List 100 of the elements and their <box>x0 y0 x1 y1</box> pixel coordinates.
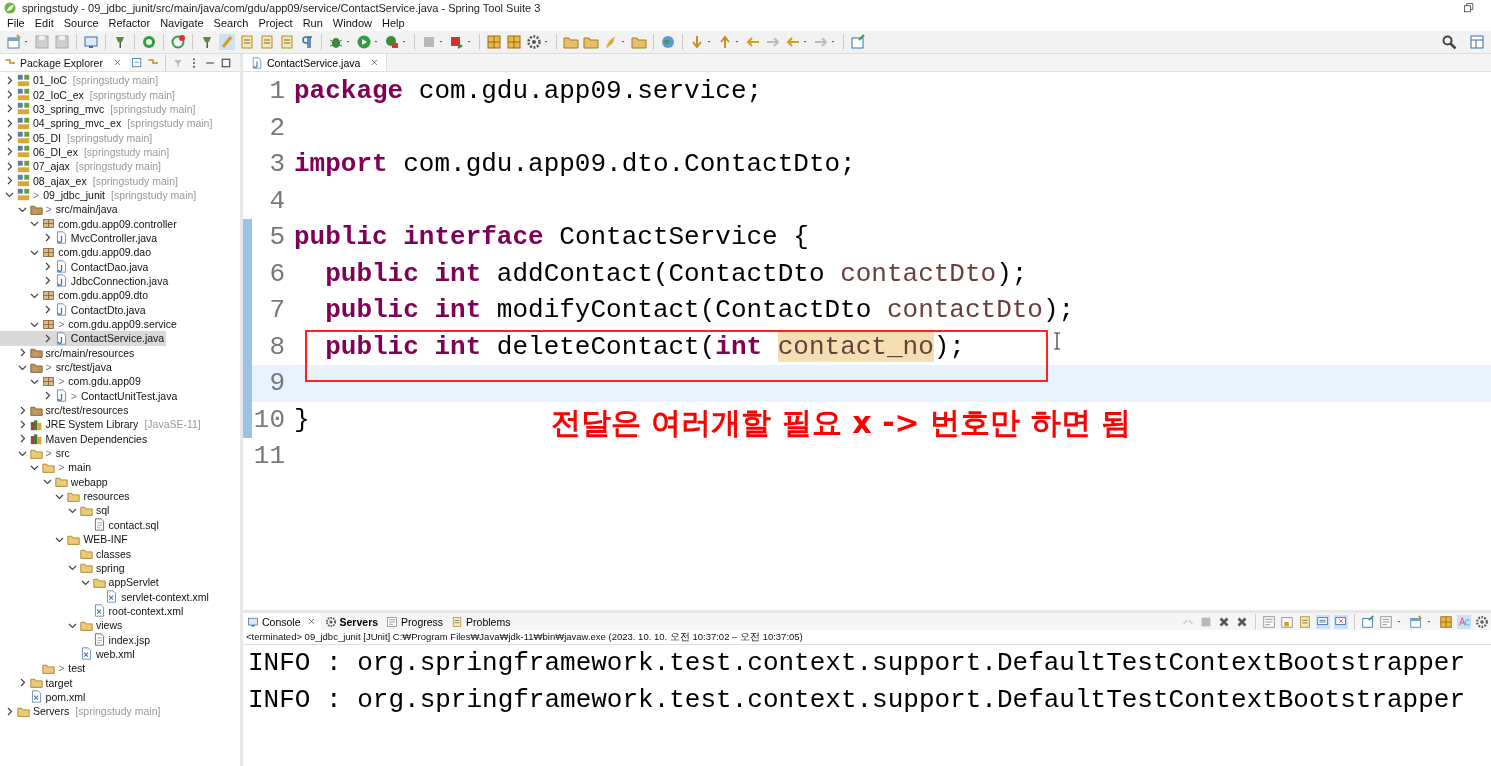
view-tab[interactable]: Console <box>243 613 321 630</box>
change-marker: > <box>33 188 40 201</box>
tree-row[interactable]: > src/test/java <box>0 359 114 375</box>
tree-row[interactable]: index.jsp <box>0 632 153 647</box>
menu-item[interactable]: Refactor <box>103 17 156 29</box>
tree-row[interactable]: pom.xml <box>0 689 88 705</box>
tree-row[interactable]: target <box>0 675 75 690</box>
tree-row[interactable]: ContactService.java <box>0 331 167 346</box>
code-line: public int deleteContact(int contact_no); <box>324 331 965 362</box>
tree-decoration: [springstudy main] <box>72 74 159 87</box>
tree-row[interactable]: views <box>0 618 125 633</box>
tree-label: index.jsp <box>108 633 152 646</box>
tree-label: test <box>68 662 87 675</box>
console-line: INFO : org.springframework.test.context.support.DefaultTestContextBootstrapper <box>248 647 1466 680</box>
tree-label: src/main/java <box>55 203 119 216</box>
line-number: 5 <box>268 222 286 253</box>
tree-decoration: [springstudy main] <box>111 188 197 201</box>
tree-row[interactable]: > com.gdu.app09.service <box>0 316 179 332</box>
menu-item[interactable]: Project <box>253 17 298 29</box>
menu-item[interactable]: Edit <box>29 17 59 29</box>
tree-row[interactable]: com.gdu.app09.controller <box>0 216 179 231</box>
tree-row[interactable]: > src <box>0 445 72 461</box>
tree-row[interactable]: 02_IoC_ex [springstudy main] <box>0 87 175 102</box>
change-marker: > <box>58 375 65 388</box>
menu-item[interactable]: Run <box>297 17 328 29</box>
tree-row[interactable]: 06_DI_ex [springstudy main] <box>0 144 170 160</box>
change-marker: > <box>70 389 77 402</box>
tree-label: 08_ajax_ex <box>33 174 88 187</box>
tree-row[interactable]: 03_spring_mvc [springstudy main] <box>0 101 196 117</box>
line-number: 3 <box>268 149 286 180</box>
tree-row[interactable]: JRE System Library [JavaSE-11] <box>0 417 201 432</box>
tree-label: ContactService.java <box>70 332 166 345</box>
tree-label: servlet-context.xml <box>121 590 210 603</box>
tree-row[interactable]: JdbcConnection.java <box>0 273 171 289</box>
tree-label: 03_spring_mvc <box>33 102 106 115</box>
tree-row[interactable]: > test <box>0 661 88 676</box>
tree-row[interactable]: appServlet <box>0 575 161 590</box>
tree-label: sql <box>96 504 111 517</box>
line-number: 6 <box>268 258 286 289</box>
tree-row[interactable]: > com.gdu.app09 <box>0 374 143 389</box>
tree-row[interactable]: com.gdu.app09.dao <box>0 245 153 260</box>
tree-row[interactable]: > main <box>0 460 94 475</box>
code-line: public int modifyContact(ContactDto contactDto); <box>324 295 1075 326</box>
tree-row[interactable]: > src/main/java <box>0 202 120 217</box>
tree-row[interactable]: src/main/resources <box>0 345 137 360</box>
tree-row[interactable]: 07_ajax [springstudy main] <box>0 159 161 174</box>
tree-label: Servers <box>33 705 71 718</box>
tree-row[interactable]: servlet-context.xml <box>0 589 211 604</box>
tree-row[interactable]: MvcController.java <box>0 230 160 246</box>
line-number: 1 <box>268 76 286 107</box>
menu-item[interactable]: Source <box>58 17 104 29</box>
menu-item[interactable]: File <box>2 17 30 29</box>
tree-row[interactable]: ContactDao.java <box>0 259 151 274</box>
change-marker: > <box>45 203 52 216</box>
panel-tab[interactable]: Package Explorer <box>0 54 129 71</box>
menu-item[interactable]: Search <box>208 17 254 29</box>
tree-label: com.gdu.app09.dto <box>58 289 150 302</box>
view-tab[interactable]: Problems <box>447 613 515 630</box>
tree-row[interactable]: > 09_jdbc_junit [springstudy main] <box>0 187 197 203</box>
menu-item[interactable]: Navigate <box>155 17 209 29</box>
console-line: INFO : org.springframework.test.context.support.DefaultTestContextBootstrapper <box>248 684 1466 717</box>
menu-item[interactable]: Help <box>377 17 410 29</box>
menu-item[interactable]: Window <box>327 17 377 29</box>
tree-decoration: [springstudy main] <box>83 145 170 158</box>
tree-row[interactable]: classes <box>0 546 133 561</box>
tree-label: 01_IoC <box>33 74 68 87</box>
tree-row[interactable]: sql <box>0 503 112 518</box>
line-number: 8 <box>268 331 286 362</box>
line-number: 10 <box>252 404 286 435</box>
editor-tab[interactable]: ContactService.java <box>243 54 388 71</box>
code-line: } <box>294 404 310 435</box>
tree-row[interactable]: WEB-INF <box>0 532 130 547</box>
tree-row[interactable]: ContactDto.java <box>0 302 148 317</box>
tree-row[interactable]: contact.sql <box>0 517 161 532</box>
tree-label: resources <box>83 490 131 503</box>
tree-row[interactable]: 01_IoC [springstudy main] <box>0 73 159 88</box>
tree-row[interactable]: 04_spring_mvc_ex [springstudy main] <box>0 116 213 131</box>
view-tab[interactable]: Servers <box>320 613 383 630</box>
tree-row[interactable]: root-context.xml <box>0 603 186 619</box>
view-tab[interactable]: Progress <box>382 613 448 630</box>
tree-label: 05_DI <box>33 131 63 144</box>
tree-row[interactable]: 08_ajax_ex [springstudy main] <box>0 173 178 188</box>
tree-row[interactable]: src/test/resources <box>0 402 131 418</box>
line-number: 2 <box>268 112 286 143</box>
tree-row[interactable]: spring <box>0 560 127 576</box>
tree-row[interactable]: Servers [springstudy main] <box>0 704 161 719</box>
tree-row[interactable]: web.xml <box>0 646 137 662</box>
tree-row[interactable]: > ContactUnitTest.java <box>0 388 180 403</box>
tree-row[interactable]: webapp <box>0 474 110 489</box>
tree-label: pom.xml <box>45 690 87 703</box>
window-title: springstudy - 09_jdbc_junit/src/main/java/com/gdu/app09/service/ContactService.java - Spring Tool Suite 3 <box>22 1 542 14</box>
code-line: public int addContact(ContactDto contactDto); <box>324 258 1028 289</box>
tree-row[interactable]: Maven Dependencies <box>0 431 150 446</box>
tree-decoration: [springstudy main] <box>89 88 175 101</box>
tree-label: views <box>96 619 124 632</box>
tree-row[interactable]: com.gdu.app09.dto <box>0 288 151 303</box>
tree-label: ContactDao.java <box>70 260 150 273</box>
code-line: public interface ContactService { <box>294 222 809 253</box>
tree-row[interactable]: resources <box>0 488 132 504</box>
tree-row[interactable]: 05_DI [springstudy main] <box>0 130 153 145</box>
